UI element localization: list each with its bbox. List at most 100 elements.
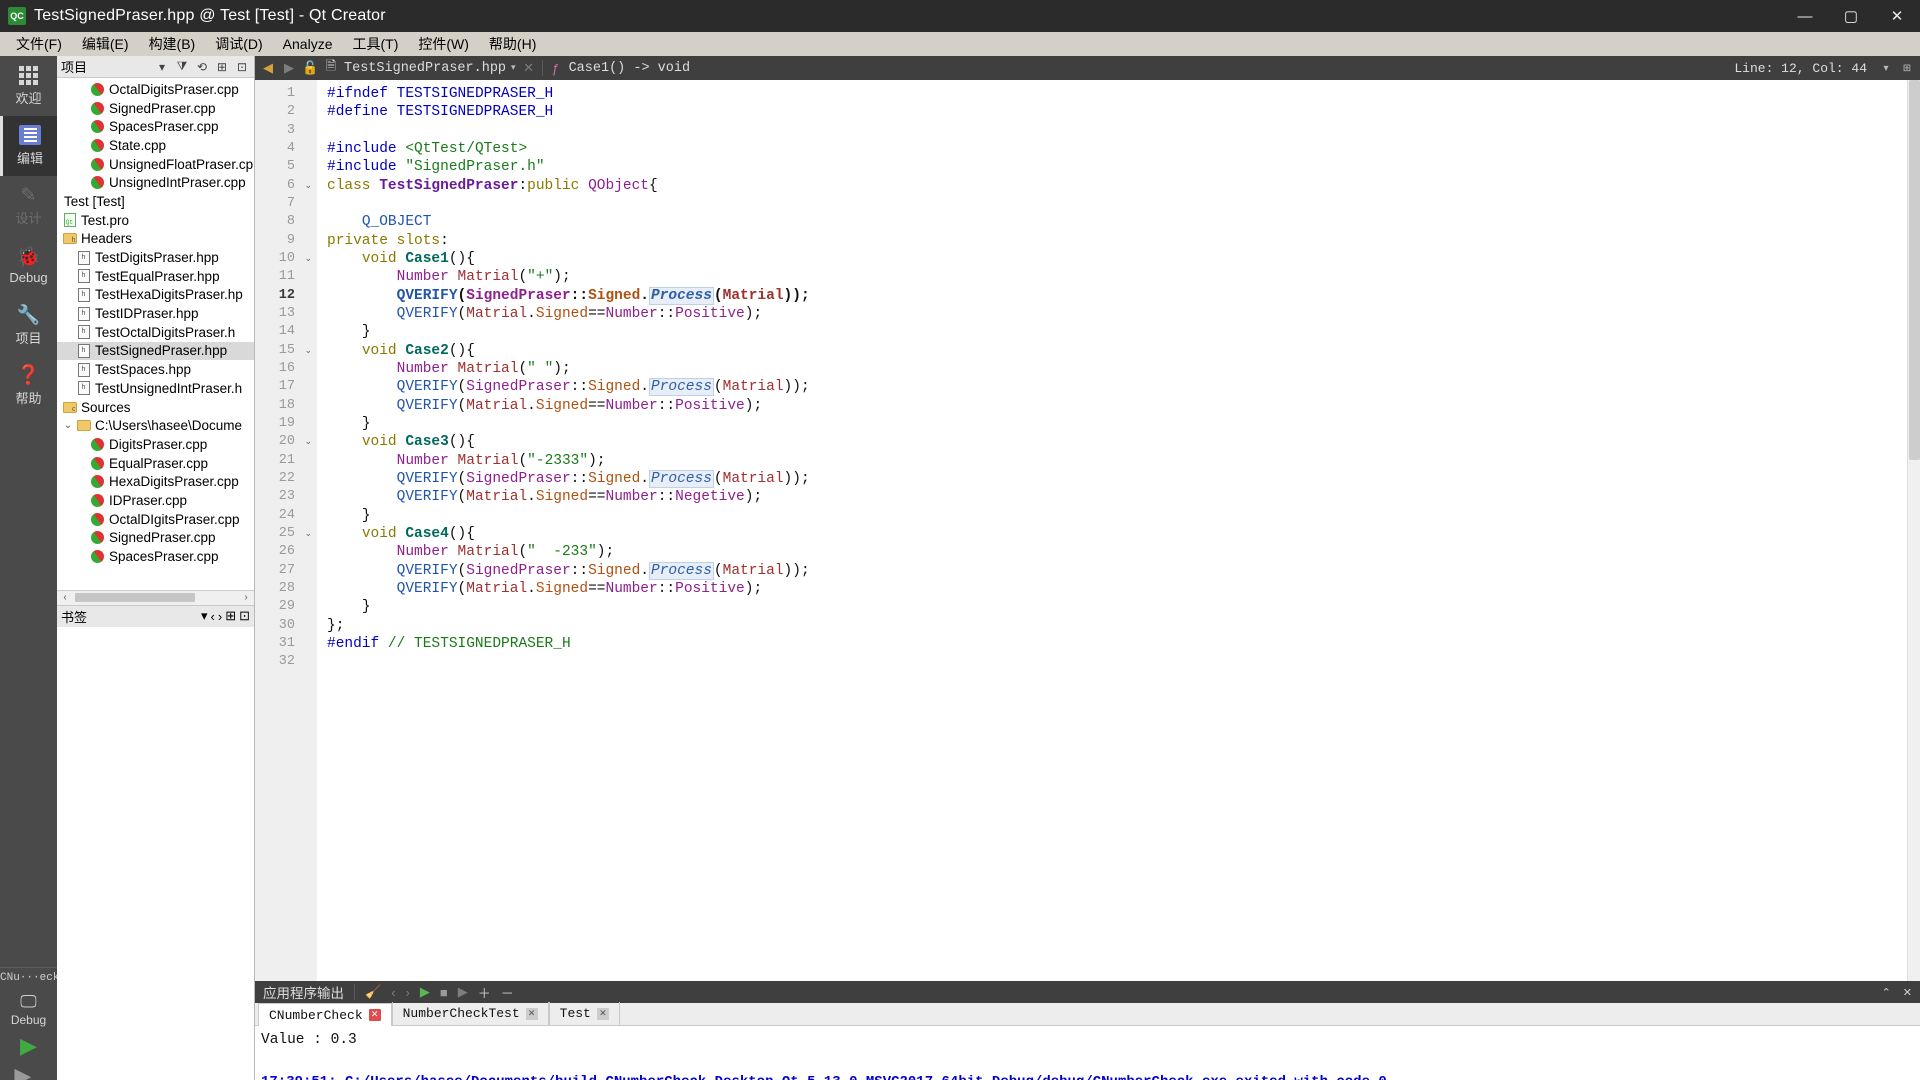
tree-item[interactable]: HexaDigitsPraser.cpp [57,472,254,491]
tree-item[interactable]: UnsignedIntPraser.cpp [57,173,254,192]
tree-item[interactable]: SpacesPraser.cpp [57,547,254,566]
line-column-indicator[interactable]: Line: 12, Col: 44 [1734,61,1873,76]
forward-icon[interactable]: ▶ [281,60,297,76]
bookmark-prev-icon[interactable]: ‹ [211,609,215,624]
mode-Debug[interactable]: 🐞 Debug [0,236,57,296]
collapse-output-icon[interactable]: ⌃ [1882,986,1891,999]
chevron-down-icon[interactable]: ▾ [511,63,516,73]
scroll-right-icon[interactable]: › [238,592,254,603]
output-tab-close-icon[interactable]: ✕ [596,1007,609,1020]
tree-item[interactable]: h TestOctalDigitsPraser.h [57,323,254,342]
menu-item-帮助h[interactable]: 帮助(H) [479,32,546,56]
build-config-selector[interactable]: 🖵 Debug [11,988,46,1031]
fold-marker-icon[interactable]: ⌄ [304,433,312,451]
run-button[interactable]: ▶ [20,1031,37,1061]
bookmarks-close-icon[interactable]: ⊡ [239,608,250,624]
tree-item[interactable]: h TestUnsignedIntPraser.h [57,379,254,398]
code-editor[interactable]: 1 2 3 4 5 6 ⌄ 7 8 9 10 ⌄ 11 12 13 14 15 ⌄ 16 17 18 19 20 ⌄ 21 22 2… [255,80,1920,981]
tree-item[interactable]: EqualPraser.cpp [57,454,254,473]
minimize-button[interactable]: — [1782,0,1828,32]
editor-split-icon[interactable]: ⊞ [1899,63,1915,74]
mode-编辑[interactable]: 编辑 [0,116,57,176]
fold-marker-icon[interactable]: ⌄ [304,177,312,195]
tree-item[interactable]: ⌄ C:\Users\hasee\Docume [57,416,254,435]
rerun-output-icon[interactable]: ▶ [458,984,468,1000]
menu-item-工具t[interactable]: 工具(T) [342,32,408,56]
tree-item[interactable]: State.cpp [57,136,254,155]
decrease-font-icon[interactable]: － [501,983,514,1002]
tree-item[interactable]: Headers [57,230,254,249]
mode-项目[interactable]: 🔧 项目 [0,296,57,356]
symbol-combo[interactable]: Case1() -> void [569,61,691,76]
output-tab-close-icon[interactable]: ✕ [368,1009,381,1021]
split-icon[interactable]: ⊞ [214,60,230,74]
fold-marker-icon[interactable]: ⌄ [304,342,312,360]
output-tab[interactable]: Test ✕ [548,1002,620,1025]
output-content[interactable]: Value : 0.3 17:39:51: C:/Users/hasee/Doc… [255,1026,1920,1080]
tree-item[interactable]: Test [Test] [57,192,254,211]
tree-item[interactable]: h TestSpaces.hpp [57,360,254,379]
mode-帮助[interactable]: ❓ 帮助 [0,356,57,416]
run-output-icon[interactable]: ▶ [420,984,430,1000]
fold-marker-icon[interactable]: ⌄ [304,250,312,268]
project-tree-hscrollbar[interactable]: ‹ › [57,589,254,605]
debug-button[interactable]: ▶🐞 [14,1061,42,1080]
menu-item-analyze[interactable]: Analyze [273,34,343,54]
editor-chevron-icon[interactable]: ▾ [1878,63,1894,74]
tree-item[interactable]: Sources [57,398,254,417]
menu-item-调试d[interactable]: 调试(D) [205,32,272,56]
scroll-thumb[interactable] [75,593,195,602]
output-tab[interactable]: NumberCheckTest ✕ [391,1002,549,1025]
fold-marker-icon[interactable]: ⌄ [304,525,312,543]
tree-item[interactable]: h TestDigitsPraser.hpp [57,248,254,267]
output-tab[interactable]: CNumberCheck ✕ [258,1003,392,1026]
next-item-icon[interactable]: › [406,985,410,1000]
mode-欢迎[interactable]: 欢迎 [0,56,57,116]
tree-item[interactable]: h TestEqualPraser.hpp [57,267,254,286]
menu-item-文件f[interactable]: 文件(F) [6,32,72,56]
editor-scroll-thumb[interactable] [1909,80,1920,460]
bookmark-next-icon[interactable]: › [218,609,222,624]
code-text-area[interactable]: #ifndef TESTSIGNEDPRASER_H #define TESTSI… [317,80,1907,981]
menu-item-控件w[interactable]: 控件(W) [408,32,479,56]
back-icon[interactable]: ◀ [260,60,276,76]
increase-font-icon[interactable]: ＋ [478,983,491,1002]
close-document-icon[interactable]: ✕ [521,60,537,76]
tree-item-selected[interactable]: h TestSignedPraser.hpp [57,341,254,361]
project-tree[interactable]: OctalDigitsPraser.cpp SignedPraser.cpp Spa… [57,78,254,590]
tree-item[interactable]: SignedPraser.cpp [57,98,254,118]
menu-item-编辑e[interactable]: 编辑(E) [72,32,139,56]
prev-item-icon[interactable]: ‹ [391,985,395,1000]
mode-设计[interactable]: ✎ 设计 [0,176,57,236]
tree-expand-arrow-icon[interactable]: ⌄ [61,420,75,431]
tree-item[interactable]: UnsignedFloatPraser.cp [57,155,254,174]
open-file-combo[interactable]: TestSignedPraser.hpp ▾ [344,61,516,76]
maximize-button[interactable]: ▢ [1828,0,1874,32]
lock-icon[interactable]: 🔓 [302,60,318,76]
filter-icon[interactable]: ⧩ [174,59,190,74]
close-button[interactable]: ✕ [1874,0,1920,32]
stop-output-icon[interactable]: ■ [440,985,448,1000]
editor-vscrollbar[interactable] [1907,80,1920,981]
chevron-down-icon[interactable]: ▾ [154,60,170,74]
tree-item[interactable]: h TestHexaDigitsPraser.hp [57,286,254,305]
bookmarks-split-icon[interactable]: ⊞ [225,608,236,624]
tree-item[interactable]: SignedPraser.cpp [57,528,254,548]
bookmarks-chevron-icon[interactable]: ▾ [201,608,208,624]
clear-output-icon[interactable]: 🧹 [365,984,381,1000]
menu-item-构建b[interactable]: 构建(B) [139,32,206,56]
kit-selector[interactable]: CNu···eck [0,966,59,988]
output-tab-close-icon[interactable]: ✕ [525,1007,538,1020]
close-pane-icon[interactable]: ⊡ [234,60,250,74]
tree-item[interactable]: SpacesPraser.cpp [57,117,254,136]
tree-item[interactable]: h TestIDPraser.hpp [57,304,254,323]
tree-item[interactable]: DigitsPraser.cpp [57,435,254,454]
sync-icon[interactable]: ⟲ [194,60,210,74]
tree-item[interactable]: IDPraser.cpp [57,491,254,510]
tree-item[interactable]: OctalDIgitsPraser.cpp [57,510,254,529]
scroll-left-icon[interactable]: ‹ [57,592,73,603]
tree-item[interactable]: OctalDigitsPraser.cpp [57,80,254,99]
tree-item[interactable]: Qt Test.pro [57,211,254,230]
close-output-icon[interactable]: ✕ [1903,986,1912,999]
